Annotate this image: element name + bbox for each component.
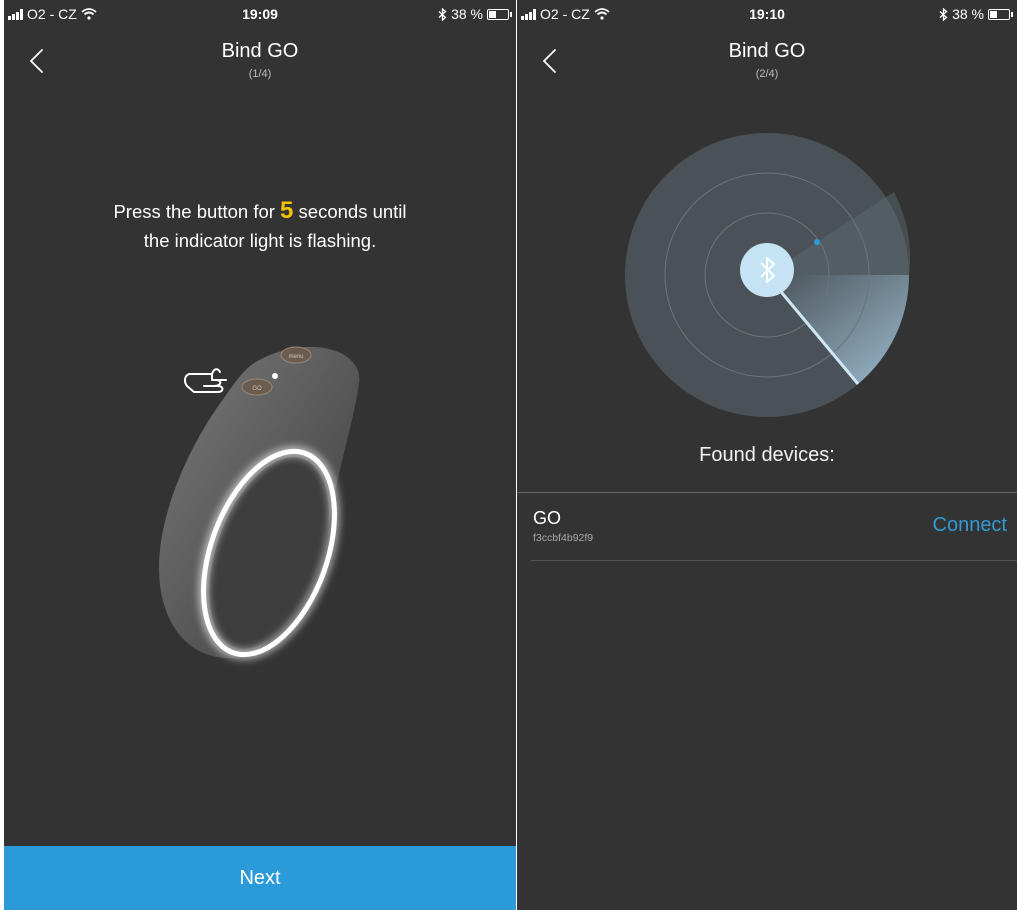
status-bar: O2 - CZ 19:10 38 % bbox=[517, 0, 1017, 30]
instruction-text: Press the button for 5 seconds until the… bbox=[113, 197, 407, 251]
battery-icon bbox=[487, 8, 509, 20]
status-bar: O2 - CZ 19:09 38 % bbox=[4, 0, 516, 30]
svg-text:GO: GO bbox=[252, 386, 262, 392]
seconds-highlight: 5 bbox=[280, 197, 294, 224]
go-button: GO bbox=[241, 378, 273, 396]
bind-step-2-screen: O2 - CZ 19:10 38 % Bind GO (2/4) Found d… bbox=[517, 0, 1017, 910]
found-devices-label: Found devices: bbox=[699, 444, 835, 466]
found-device-dot bbox=[814, 239, 820, 245]
next-button[interactable]: Next bbox=[4, 846, 516, 910]
device-id: f3ccbf4b92f9 bbox=[533, 532, 594, 544]
bluetooth-icon bbox=[438, 7, 447, 21]
step-indicator: (1/4) bbox=[248, 68, 272, 80]
battery-icon bbox=[988, 8, 1010, 20]
indicator-light-icon bbox=[272, 373, 278, 379]
bind-step-1-screen: O2 - CZ 19:09 38 % Bind GO (1/4) Press t… bbox=[4, 0, 516, 910]
connect-button[interactable]: Connect bbox=[933, 514, 1008, 537]
bluetooth-scan-radar bbox=[625, 133, 910, 417]
nav-header: Bind GO (1/4) bbox=[4, 38, 516, 98]
battery-percent: 38 % bbox=[952, 6, 984, 22]
back-button[interactable] bbox=[535, 44, 565, 78]
device-name: GO bbox=[533, 508, 562, 528]
list-item: GO f3ccbf4b92f9 Connect bbox=[531, 494, 1017, 561]
nav-header: Bind GO (2/4) bbox=[517, 38, 1017, 98]
battery-percent: 38 % bbox=[451, 6, 483, 22]
page-title: Bind GO bbox=[221, 40, 299, 62]
bluetooth-icon bbox=[939, 7, 948, 21]
top-button: menu bbox=[280, 346, 312, 364]
page-title: Bind GO bbox=[728, 40, 806, 62]
pointing-hand-icon bbox=[183, 368, 227, 393]
svg-text:menu: menu bbox=[288, 354, 303, 360]
go-device-illustration: menu GO bbox=[159, 346, 360, 660]
step-indicator: (2/4) bbox=[755, 68, 779, 80]
back-button[interactable] bbox=[22, 44, 52, 78]
divider bbox=[517, 492, 1017, 493]
